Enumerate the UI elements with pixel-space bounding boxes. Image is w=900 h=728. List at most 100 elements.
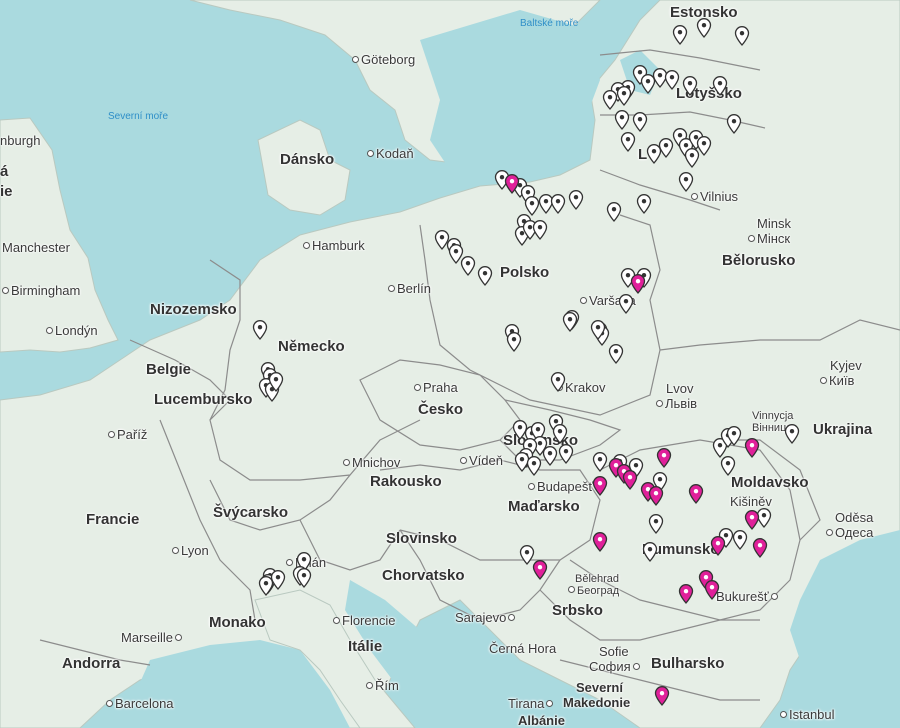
label-belehrad-cyr: Београд [568,585,619,597]
map-pin-highlighted-icon[interactable] [592,476,608,496]
map-pin-icon[interactable] [606,202,622,222]
label-sarajevo: Sarajevo [455,611,517,625]
label-dansko: Dánsko [280,151,335,168]
barcelona-text: Barcelona [115,696,174,711]
map-pin-icon[interactable] [268,372,284,392]
map-pin-icon[interactable] [672,25,688,45]
map-pin-icon[interactable] [726,426,742,446]
label-viden: Vídeň [460,454,503,468]
map-pin-icon[interactable] [252,320,268,340]
label-marseille: Marseille [121,631,184,645]
label-belgie: Belgie [146,361,192,378]
map-pin-icon[interactable] [552,424,568,444]
map-pin-icon[interactable] [562,312,578,332]
map-pin-icon[interactable] [682,76,698,96]
map-pin-highlighted-icon[interactable] [532,560,548,580]
map-pin-icon[interactable] [592,452,608,472]
label-ukrajina: Ukrajina [813,421,873,438]
map-pin-icon[interactable] [550,194,566,214]
map-pin-icon[interactable] [618,294,634,314]
map-pin-icon[interactable] [532,220,548,240]
label-baltske-more: Baltské moře [520,18,579,29]
label-italie: Itálie [348,638,383,655]
map-pin-highlighted-icon[interactable] [744,438,760,458]
map-pin-icon[interactable] [620,132,636,152]
map-pin-icon[interactable] [558,444,574,464]
label-manchester: Manchester [2,240,70,255]
vilnius-text: Vilnius [700,189,739,204]
map-pin-icon[interactable] [732,530,748,550]
label-minsk-cyr: Мінск [748,232,790,246]
map-pin-highlighted-icon[interactable] [704,580,720,600]
map-pin-icon[interactable] [640,74,656,94]
goteborg-text: Göteborg [361,52,416,67]
birmingham-text: Birmingham [11,283,81,298]
map-pin-icon[interactable] [658,138,674,158]
map-pin-icon[interactable] [696,18,712,38]
tirana-text: Tirana [508,696,545,711]
budapest-text: Budapešť [537,479,594,494]
sarajevo-text: Sarajevo [455,610,507,625]
label-polsko: Polsko [500,264,550,281]
map-pin-icon[interactable] [526,456,542,476]
map-pin-icon[interactable] [636,194,652,214]
map-pin-highlighted-icon[interactable] [504,174,520,194]
map-pin-highlighted-icon[interactable] [678,584,694,604]
map-pin-icon[interactable] [602,90,618,110]
map-pin-icon[interactable] [258,576,274,596]
map-pin-icon[interactable] [726,114,742,134]
map-pin-icon[interactable] [642,542,658,562]
label-hamburk: Hamburk [303,239,365,253]
map-pin-highlighted-icon[interactable] [630,274,646,294]
label-belehrad: Bělehrad [575,573,620,585]
label-birmingham: Birmingham [2,284,80,298]
map-pin-icon[interactable] [734,26,750,46]
map-pin-icon[interactable] [506,332,522,352]
marseille-text: Marseille [121,630,174,645]
map-pin-icon[interactable] [550,372,566,392]
map-pin-icon[interactable] [524,196,540,216]
praha-text: Praha [423,380,458,395]
map-pin-icon[interactable] [608,344,624,364]
map-pin-icon[interactable] [614,110,630,130]
label-severni-makedonie-1: Severní [576,680,623,695]
pariz-text: Paříž [117,427,148,442]
map-pin-highlighted-icon[interactable] [622,470,638,490]
map-pin-icon[interactable] [784,424,800,444]
map-canvas[interactable]: Estonsko Lotyšsko L Baltské moře Götebor… [0,0,900,728]
krakov-text: Krakov [565,380,606,395]
map-pin-icon[interactable] [632,112,648,132]
map-pin-highlighted-icon[interactable] [752,538,768,558]
belehrad-cyr-text: Београд [577,585,620,597]
map-pin-icon[interactable] [477,266,493,286]
map-pin-highlighted-icon[interactable] [654,686,670,706]
kodan-text: Kodaň [376,146,414,161]
map-pin-highlighted-icon[interactable] [592,532,608,552]
map-pin-icon[interactable] [712,76,728,96]
map-pin-highlighted-icon[interactable] [688,484,704,504]
map-pin-icon[interactable] [616,86,632,106]
label-severni-more: Severní moře [108,111,169,122]
mnichov-text: Mnichov [352,455,401,470]
map-pin-icon[interactable] [568,190,584,210]
label-andorra: Andorra [62,655,121,672]
label-rakousko: Rakousko [370,473,442,490]
label-vilnius: Vilnius [691,190,738,204]
lyon-text: Lyon [181,543,209,558]
label-francie: Francie [86,511,140,528]
map-pin-icon[interactable] [648,514,664,534]
map-pin-icon[interactable] [684,148,700,168]
label-lucembursko: Lucembursko [154,391,253,408]
map-pin-icon[interactable] [590,320,606,340]
map-pin-icon[interactable] [678,172,694,192]
map-pin-highlighted-icon[interactable] [710,536,726,556]
map-pin-icon[interactable] [542,446,558,466]
map-pin-icon[interactable] [664,70,680,90]
map-pin-highlighted-icon[interactable] [744,510,760,530]
map-pin-icon[interactable] [720,456,736,476]
map-pin-highlighted-icon[interactable] [656,448,672,468]
map-pin-highlighted-icon[interactable] [648,486,664,506]
map-pin-icon[interactable] [296,568,312,588]
map-pin-icon[interactable] [460,256,476,276]
hamburk-text: Hamburk [312,238,365,253]
